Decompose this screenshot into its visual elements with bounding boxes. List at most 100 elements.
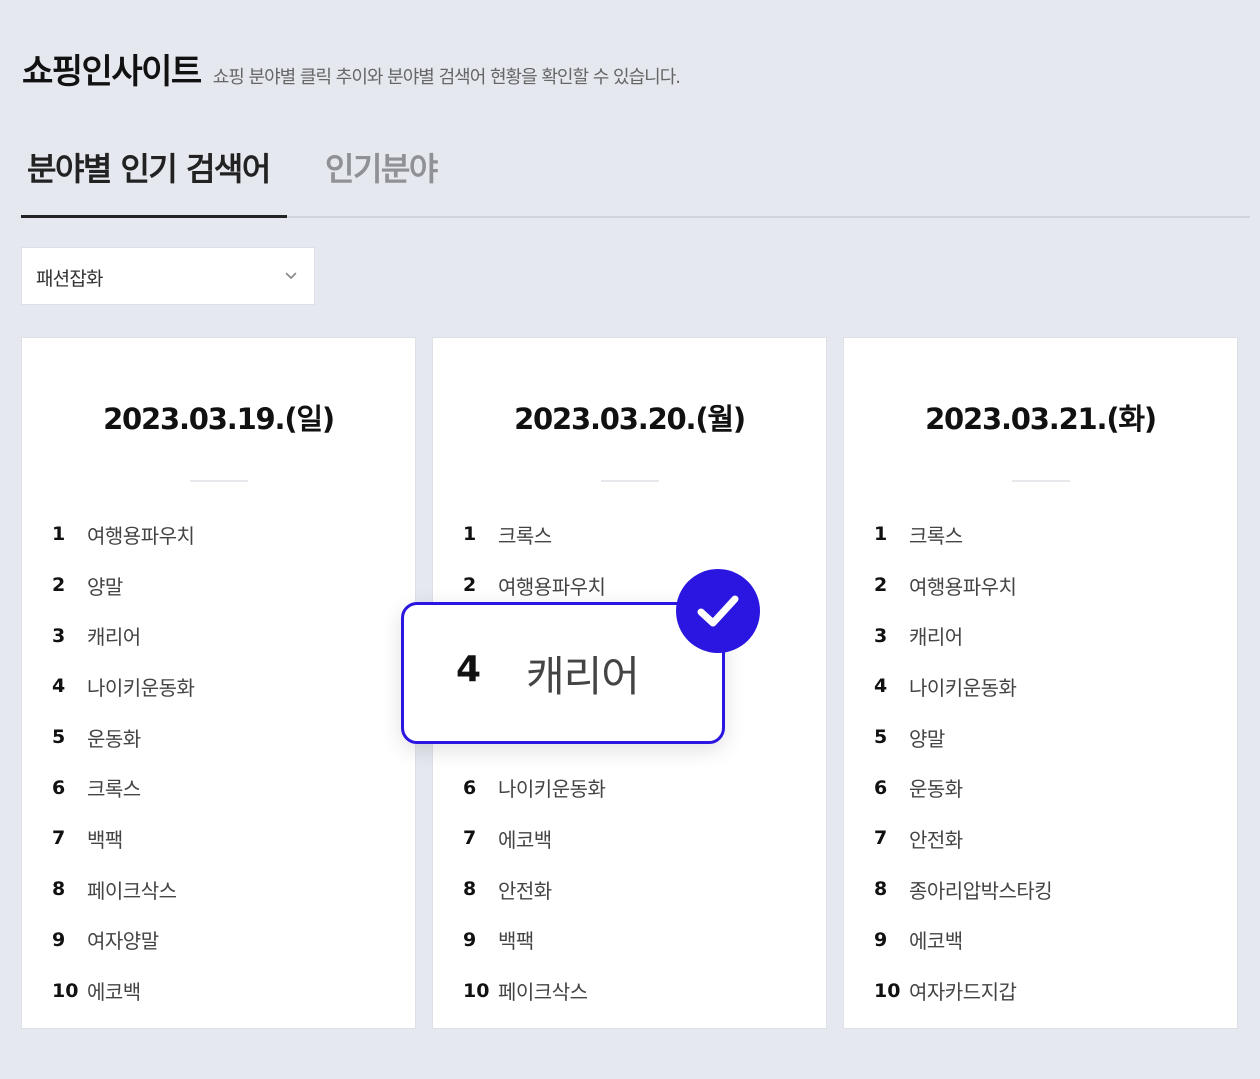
tab-popular-keywords[interactable]: 분야별 인기 검색어: [27, 144, 271, 190]
rank-number: 2: [874, 574, 888, 597]
rank-keyword: 크록스: [498, 523, 552, 548]
tab-bar: 분야별 인기 검색어 인기분야: [21, 130, 1250, 218]
keyword-rank-item[interactable]: 6 나이키운동화: [463, 762, 606, 813]
page-title: 쇼핑인사이트: [22, 52, 202, 92]
check-icon: [697, 595, 739, 627]
rank-keyword: 여행용파우치: [909, 574, 1017, 599]
active-tab-indicator: [21, 215, 287, 218]
keyword-rank-item[interactable]: 1 여행용파우치: [52, 509, 195, 560]
rank-number: 4: [874, 675, 888, 698]
rank-number: 1: [874, 523, 888, 546]
rank-number: 7: [52, 827, 66, 850]
keyword-rank-item[interactable]: 5 양말: [874, 712, 1052, 763]
rank-number: 1: [52, 523, 66, 546]
rank-keyword: 캐리어: [909, 625, 963, 650]
rank-number: 6: [52, 776, 66, 799]
rank-keyword: 여자카드지갑: [909, 980, 1017, 1005]
check-badge: [676, 569, 760, 653]
keyword-rank-item[interactable]: 10 에코백: [52, 965, 194, 1016]
rank-number: 10: [52, 979, 79, 1002]
keyword-rank-item[interactable]: 2 양말: [52, 560, 194, 611]
rank-keyword: 나이키운동화: [498, 777, 606, 802]
keyword-rank-item[interactable]: 9 에코백: [874, 915, 1052, 966]
rank-keyword: 백팩: [498, 929, 534, 954]
page-header: 쇼핑인사이트 쇼핑 분야별 클릭 추이와 분야별 검색어 현황을 확인할 수 있…: [22, 44, 681, 93]
keyword-rank-item[interactable]: 7 백팩: [52, 813, 194, 864]
keyword-rank-item[interactable]: 10 여자카드지갑: [874, 965, 1052, 1016]
rank-keyword: 종아리압박스타킹: [909, 878, 1053, 903]
rank-keyword: 에코백: [87, 980, 141, 1005]
rank-keyword: 여자양말: [87, 929, 159, 954]
rank-keyword: 에코백: [498, 827, 552, 852]
rank-number: 7: [463, 827, 477, 850]
rank-keyword: 나이키운동화: [909, 675, 1017, 700]
card-date: 2023.03.20.(월): [514, 402, 746, 436]
tab-popular-categories[interactable]: 인기분야: [325, 144, 438, 190]
keyword-rank-item[interactable]: 8 페이크삭스: [52, 864, 194, 915]
rank-keyword: 크록스: [87, 777, 141, 802]
rank-keyword: 캐리어: [87, 625, 141, 650]
keyword-rank-item[interactable]: 4 나이키운동화: [874, 661, 1052, 712]
rank-number: 3: [874, 624, 888, 647]
rank-number: 10: [874, 979, 901, 1002]
ranking-card: 2023.03.19.(일) 1 여행용파우치 2 양말 3 캐리어 4 나이키운동화 …: [21, 337, 416, 1029]
rank-number: 1: [463, 523, 477, 546]
category-select[interactable]: 패션잡화: [21, 247, 315, 305]
rank-keyword: 안전화: [909, 827, 963, 852]
ranking-card: 2023.03.21.(화) 1 크록스 2 여행용파우치 3 캐리어 4 나이키운동화…: [843, 337, 1238, 1029]
rank-keyword: 페이크삭스: [87, 878, 177, 903]
keyword-rank-list: 1 크록스 2 여행용파우치 3 캐리어 4 나이키운동화 5 양말 6 운동화 7 안전화 …: [874, 509, 1053, 1016]
highlight-keyword: 캐리어: [526, 652, 640, 701]
rank-keyword: 여행용파우치: [498, 574, 606, 599]
keyword-rank-item[interactable]: 2 여행용파우치: [874, 560, 1052, 611]
keyword-rank-item[interactable]: 6 크록스: [52, 762, 194, 813]
rank-number: 9: [874, 928, 888, 951]
rank-number: 9: [463, 928, 477, 951]
keyword-rank-item[interactable]: 1 크록스: [874, 509, 1052, 560]
card-divider: [190, 480, 248, 482]
card-divider: [1012, 480, 1070, 482]
keyword-rank-item[interactable]: 3 캐리어: [52, 610, 194, 661]
rank-number: 10: [463, 979, 490, 1002]
rank-number: 7: [874, 827, 888, 850]
keyword-rank-item[interactable]: 5 운동화: [52, 712, 194, 763]
rank-keyword: 나이키운동화: [87, 675, 195, 700]
card-date: 2023.03.21.(화): [925, 402, 1157, 436]
card-date: 2023.03.19.(일): [103, 402, 335, 436]
rank-keyword: 양말: [87, 574, 123, 599]
rank-number: 4: [52, 675, 66, 698]
category-select-value: 패션잡화: [36, 268, 104, 290]
rank-keyword: 페이크삭스: [498, 980, 588, 1005]
rank-number: 6: [874, 776, 888, 799]
rank-number: 8: [874, 878, 888, 901]
rank-number: 9: [52, 928, 66, 951]
keyword-rank-item[interactable]: 8 안전화: [463, 864, 605, 915]
rank-keyword: 백팩: [87, 827, 123, 852]
page-subtitle: 쇼핑 분야별 클릭 추이와 분야별 검색어 현황을 확인할 수 있습니다.: [212, 67, 681, 88]
keyword-rank-list: 1크록스 2여행용파우치 3 4 5 6나이키운동화 7에코백 8안전화 9백팩…: [463, 509, 606, 1016]
rank-keyword: 안전화: [498, 878, 552, 903]
rank-number: 3: [52, 624, 66, 647]
keyword-rank-item[interactable]: 7 에코백: [463, 813, 605, 864]
rank-keyword: 양말: [909, 726, 945, 751]
keyword-rank-item[interactable]: 9 백팩: [463, 915, 605, 966]
rank-keyword: 크록스: [909, 523, 963, 548]
keyword-rank-item[interactable]: 3 캐리어: [874, 610, 1052, 661]
rank-number: 8: [463, 878, 477, 901]
chevron-down-icon: [285, 272, 297, 279]
highlighted-keyword-card[interactable]: 4 캐리어: [401, 602, 725, 744]
keyword-rank-item[interactable]: 7 안전화: [874, 813, 1052, 864]
highlight-rank-number: 4: [456, 649, 482, 690]
keyword-rank-item[interactable]: 4 나이키운동화: [52, 661, 195, 712]
keyword-rank-item[interactable]: 1 크록스: [463, 509, 605, 560]
keyword-rank-item[interactable]: 8 종아리압박스타킹: [874, 864, 1053, 915]
keyword-rank-list: 1 여행용파우치 2 양말 3 캐리어 4 나이키운동화 5 운동화 6 크록스 7 백팩 8…: [52, 509, 195, 1016]
rank-number: 2: [463, 574, 477, 597]
rank-number: 8: [52, 878, 66, 901]
rank-number: 5: [874, 726, 888, 749]
rank-keyword: 운동화: [87, 726, 141, 751]
rank-number: 5: [52, 726, 66, 749]
keyword-rank-item[interactable]: 9 여자양말: [52, 915, 194, 966]
keyword-rank-item[interactable]: 6 운동화: [874, 762, 1052, 813]
keyword-rank-item[interactable]: 10 페이크삭스: [463, 965, 605, 1016]
